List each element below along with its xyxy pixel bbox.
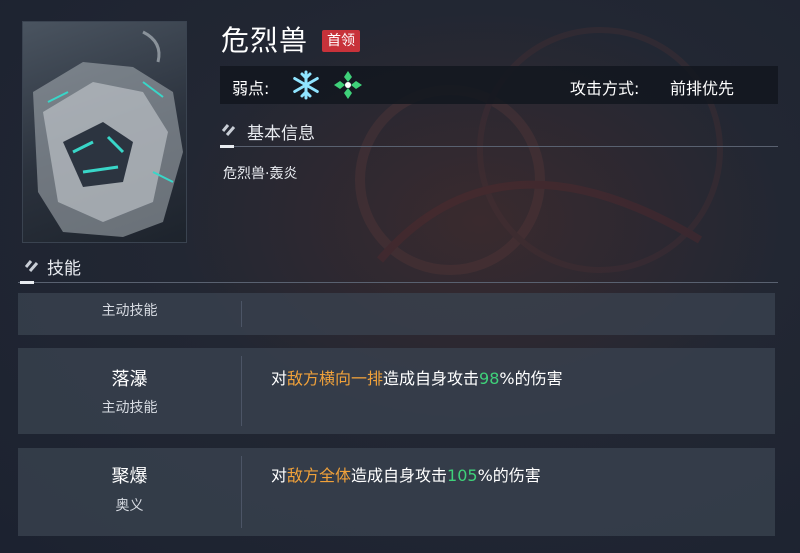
skill-row[interactable]: 聚爆 奥义 对敌方全体造成自身攻击105%的伤害 xyxy=(18,448,775,536)
wind-element-icon[interactable] xyxy=(332,69,364,101)
ice-element-icon[interactable] xyxy=(290,69,322,101)
desc-text: 对 xyxy=(271,369,288,388)
skill-name: 聚爆 xyxy=(111,466,148,487)
basic-info-divider-accent xyxy=(220,145,234,148)
skill-name: 落瀑 xyxy=(111,369,148,390)
skill-row[interactable]: 落瀑 主动技能 对敌方横向一排造成自身攻击98%的伤害 xyxy=(18,348,775,434)
skill-type: 奥义 xyxy=(115,498,144,514)
desc-target: 敌方全体 xyxy=(287,466,352,485)
boss-badge: 首领 xyxy=(322,30,360,52)
skill-description: 对敌方横向一排造成自身攻击98%的伤害 xyxy=(271,365,563,389)
enemy-portrait xyxy=(22,21,187,243)
basic-info-text: 危烈兽·轰炎 xyxy=(223,166,298,182)
attack-mode-label: 攻击方式: xyxy=(570,79,640,98)
skill-row-separator xyxy=(241,456,242,528)
info-bar: 弱点: 攻击方式: 前排优先 xyxy=(220,66,778,104)
desc-text: 对 xyxy=(271,466,288,485)
skill-type: 主动技能 xyxy=(101,400,158,416)
weakness-label: 弱点: xyxy=(232,79,270,98)
desc-text: %的伤害 xyxy=(499,369,563,388)
skill-row-separator xyxy=(241,301,242,327)
basic-info-divider xyxy=(220,146,778,147)
section-stripes-icon xyxy=(25,260,39,272)
section-stripes-icon xyxy=(222,124,236,136)
desc-text: %的伤害 xyxy=(477,466,541,485)
desc-target: 敌方横向一排 xyxy=(287,369,384,388)
desc-text: 造成自身攻击 xyxy=(351,466,448,485)
desc-text: 造成自身攻击 xyxy=(383,369,480,388)
enemy-name: 危烈兽 xyxy=(221,24,309,57)
skill-row-separator xyxy=(241,356,242,426)
desc-percent: 98 xyxy=(479,369,500,388)
skill-type: 主动技能 xyxy=(101,303,158,319)
skills-title: 技能 xyxy=(47,259,81,279)
skill-description: 对敌方全体造成自身攻击105%的伤害 xyxy=(271,462,541,486)
skills-divider xyxy=(18,282,778,283)
skills-divider-accent xyxy=(20,281,34,284)
basic-info-title: 基本信息 xyxy=(247,124,315,144)
desc-percent: 105 xyxy=(447,466,478,485)
attack-mode-value: 前排优先 xyxy=(670,79,735,98)
skill-row[interactable]: 主动技能 xyxy=(18,293,775,335)
